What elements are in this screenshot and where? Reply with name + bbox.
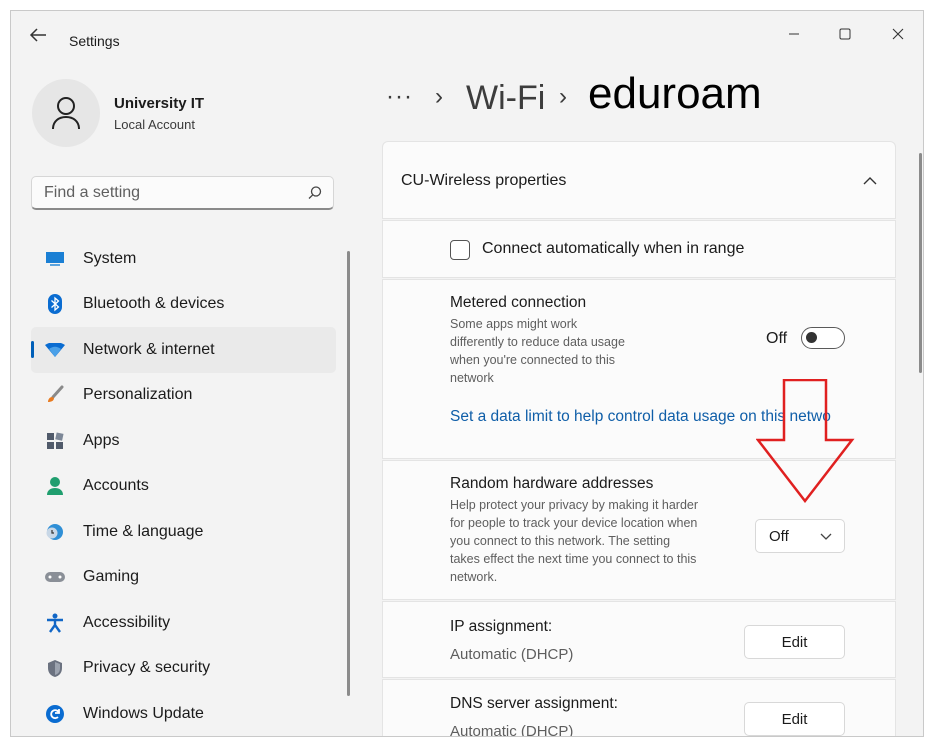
person-avatar-icon <box>52 97 80 130</box>
sidebar-item-label: Time & language <box>83 522 204 540</box>
ip-assignment-title: IP assignment: <box>450 618 553 635</box>
toggle-knob <box>806 332 817 343</box>
sidebar-item-personalization[interactable]: Personalization <box>31 373 336 419</box>
sidebar-item-label: Bluetooth & devices <box>83 295 225 313</box>
chevron-up-icon[interactable] <box>863 176 877 186</box>
sidebar-item-privacy[interactable]: Privacy & security <box>31 646 336 692</box>
sidebar-item-label: Gaming <box>83 568 140 586</box>
page-title: eduroam <box>588 69 762 118</box>
random-hw-description: Help protect your privacy by making it h… <box>450 498 699 584</box>
back-arrow-icon[interactable] <box>29 27 47 43</box>
sidebar-item-bluetooth[interactable]: Bluetooth & devices <box>31 282 336 328</box>
monitor-icon <box>44 248 66 270</box>
wifi-icon <box>44 339 66 361</box>
brush-icon <box>44 384 66 406</box>
ip-edit-button[interactable]: Edit <box>744 625 845 659</box>
dns-edit-button[interactable]: Edit <box>744 702 845 736</box>
sidebar-item-label: Accessibility <box>83 613 171 631</box>
globe-clock-icon <box>44 521 66 543</box>
maximize-button[interactable] <box>825 21 865 47</box>
close-icon <box>892 28 904 40</box>
minimize-button[interactable] <box>774 21 814 47</box>
window-title: Settings <box>69 33 120 49</box>
close-button[interactable] <box>878 21 918 47</box>
metered-toggle[interactable] <box>801 327 845 349</box>
sidebar-item-accessibility[interactable]: Accessibility <box>31 600 336 646</box>
title-bar: Settings <box>11 11 923 55</box>
search-input[interactable]: Find a setting <box>44 184 140 202</box>
sidebar-item-gaming[interactable]: Gaming <box>31 555 336 601</box>
properties-header[interactable]: CU-Wireless properties <box>382 141 896 219</box>
random-hw-dropdown[interactable]: Off <box>755 519 845 553</box>
sidebar-nav: System Bluetooth & devices Network & int… <box>31 236 336 736</box>
sidebar-item-apps[interactable]: Apps <box>31 418 336 464</box>
breadcrumb-separator: › <box>559 83 567 110</box>
sidebar-item-label: Accounts <box>83 477 149 495</box>
gamepad-icon <box>44 566 66 588</box>
dns-assignment-value: Automatic (DHCP) <box>450 723 574 737</box>
account-type: Local Account <box>114 117 195 132</box>
sidebar-item-label: Apps <box>83 431 120 449</box>
search-box[interactable]: Find a setting <box>31 176 334 210</box>
sidebar-item-system[interactable]: System <box>31 236 336 282</box>
apps-icon <box>44 430 66 452</box>
minimize-icon <box>789 33 799 35</box>
metered-state-label: Off <box>766 330 788 347</box>
random-hw-title: Random hardware addresses <box>450 475 654 492</box>
sidebar-item-accounts[interactable]: Accounts <box>31 464 336 510</box>
maximize-icon <box>839 28 851 40</box>
connect-auto-label: Connect automatically when in range <box>482 240 745 257</box>
chevron-down-icon <box>820 533 832 540</box>
user-name: University IT <box>114 95 205 112</box>
connect-auto-checkbox[interactable] <box>450 240 470 260</box>
ip-assignment-row: IP assignment: Automatic (DHCP) Edit <box>382 601 896 678</box>
dns-assignment-row: DNS server assignment: Automatic (DHCP) … <box>382 679 896 737</box>
sidebar-item-windows-update[interactable]: Windows Update <box>31 691 336 736</box>
search-icon[interactable] <box>307 185 323 201</box>
update-icon <box>44 703 66 725</box>
shield-icon <box>44 657 66 679</box>
sidebar-item-network[interactable]: Network & internet <box>31 327 336 373</box>
sidebar-item-label: Network & internet <box>83 340 215 358</box>
accessibility-icon <box>44 612 66 634</box>
sidebar-item-label: Personalization <box>83 386 193 404</box>
properties-title: CU-Wireless properties <box>401 172 567 189</box>
avatar[interactable] <box>32 79 100 147</box>
metered-description: Some apps might work differently to redu… <box>450 317 625 385</box>
bluetooth-icon <box>44 293 66 315</box>
sidebar-item-time-language[interactable]: Time & language <box>31 509 336 555</box>
random-hw-selected: Off <box>769 528 789 545</box>
content-scrollbar[interactable] <box>919 153 922 373</box>
sidebar-item-label: Windows Update <box>83 704 204 722</box>
ip-assignment-value: Automatic (DHCP) <box>450 646 574 663</box>
breadcrumb-wifi[interactable]: Wi-Fi <box>466 79 545 118</box>
dns-assignment-title: DNS server assignment: <box>450 695 618 712</box>
breadcrumb-separator: › <box>435 83 443 110</box>
breadcrumb-overflow[interactable]: ··· <box>386 83 413 111</box>
sidebar-item-label: System <box>83 249 137 267</box>
metered-title: Metered connection <box>450 294 587 311</box>
sidebar-item-label: Privacy & security <box>83 659 211 677</box>
person-icon <box>44 475 66 497</box>
connect-auto-row: Connect automatically when in range <box>382 220 896 278</box>
sidebar-scrollbar[interactable] <box>347 251 350 696</box>
settings-window: Settings University IT Local Account Fin… <box>10 10 924 737</box>
active-indicator <box>31 341 34 358</box>
annotation-arrow-icon <box>756 379 855 503</box>
